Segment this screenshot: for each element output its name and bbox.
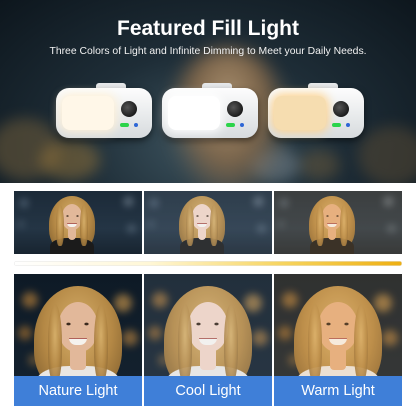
bokeh-light [40,140,100,180]
page-subtitle: Three Colors of Light and Infinite Dimmi… [49,46,367,57]
mode-photo-card: Nature Light [14,274,142,406]
light-tint-overlay [14,274,142,376]
lamp-light-panel [168,96,220,130]
fill-light-lamp-icon [268,83,364,138]
dial-knob-icon [333,101,349,117]
bokeh-light [300,150,340,180]
fill-light-lamp-icon [162,83,258,138]
lamp-light-panel [274,96,326,130]
power-led-icon [226,123,235,127]
page-title: Featured Fill Light [117,17,299,40]
mode-photo-card: Cool Light [144,274,272,406]
small-portrait-photo [274,191,402,254]
lamp-light-panel [62,96,114,130]
mode-led-icon [240,123,244,127]
color-temperature-slider [14,261,402,266]
power-led-icon [120,123,129,127]
mode-label: Warm Light [274,376,402,406]
light-tint-overlay [144,274,272,376]
small-portrait-photo [14,191,142,254]
small-portrait-photo [144,191,272,254]
bokeh-light [358,126,416,183]
fill-light-lamp-icon [56,83,152,138]
light-tint-overlay [274,274,402,376]
light-tint-overlay [144,191,272,254]
mode-label: Nature Light [14,376,142,406]
dial-knob-icon [121,101,137,117]
dial-knob-icon [227,101,243,117]
power-led-icon [332,123,341,127]
mode-led-icon [346,123,350,127]
mode-led-icon [134,123,138,127]
light-tint-overlay [14,191,142,254]
light-tint-overlay [274,191,402,254]
hero-banner: Featured Fill Light Three Colors of Ligh… [0,0,416,183]
mode-photo-card: Warm Light [274,274,402,406]
mode-label: Cool Light [144,376,272,406]
